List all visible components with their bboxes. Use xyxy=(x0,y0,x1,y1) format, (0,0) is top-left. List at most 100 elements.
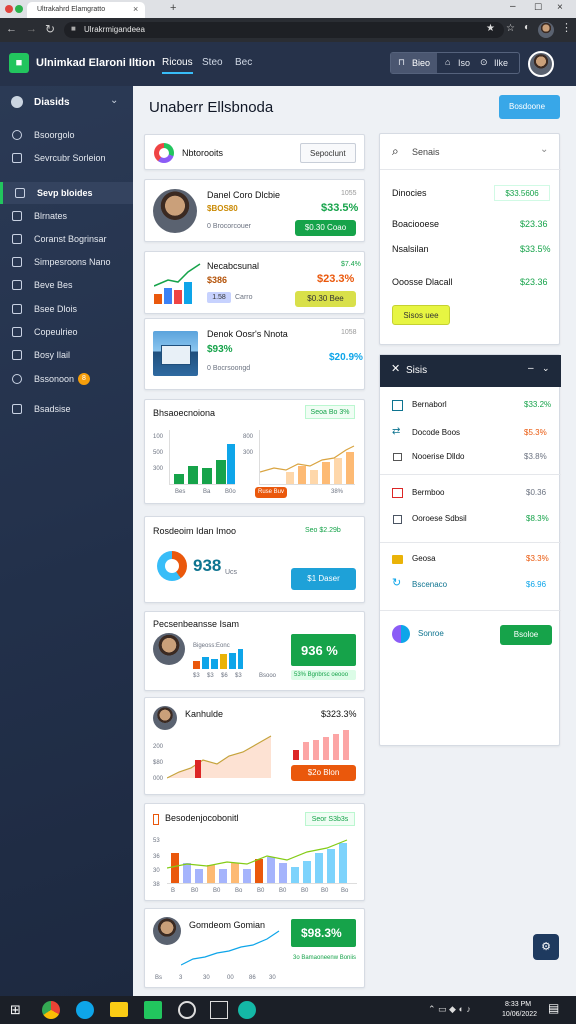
panel-row[interactable]: Bermboo $0.36 xyxy=(380,481,561,507)
forward-icon[interactable]: → xyxy=(26,24,37,35)
kpi-box[interactable]: 936 % xyxy=(291,634,356,666)
card-header-button[interactable]: Sepoclunt xyxy=(300,143,356,163)
sidebar-item-10[interactable]: Bssonoon 8 xyxy=(0,368,133,390)
window-close-icon[interactable]: × xyxy=(557,3,563,13)
card-badge: Seor S3b3s xyxy=(305,812,355,826)
bar-chart-card-8[interactable]: Besodenjocobonitl Seor S3b3s 53 36 30 38… xyxy=(144,803,365,901)
summary-value: $33.5606 xyxy=(494,185,550,201)
maximize-icon[interactable]: ☐ xyxy=(534,3,542,12)
sidebar-item-2[interactable]: Sevp bloides xyxy=(0,182,133,204)
card-action-button[interactable]: $1 Daser xyxy=(291,568,356,590)
kpi-box[interactable]: $98.3% xyxy=(291,919,356,947)
store-app-icon[interactable] xyxy=(144,1001,162,1019)
extensions-icon[interactable]: ☆ xyxy=(506,24,515,34)
edge-app-icon[interactable] xyxy=(76,1001,94,1019)
header-action-0[interactable]: ⊓ Bieo xyxy=(391,53,437,73)
bar-chart-card-4[interactable]: Bhsaoecnoiona Seoa Bo 3% 100 500 300 Bes… xyxy=(144,399,365,504)
sidebar-item-8[interactable]: Copeulrieo xyxy=(0,321,133,343)
y-tick: 300 xyxy=(153,466,164,472)
line-chart-card-7[interactable]: Kanhulde $323.3% 200 $80 000 $2o Blon xyxy=(144,697,365,795)
help-icon: ⚙ xyxy=(541,941,551,953)
media-app-icon[interactable] xyxy=(178,1001,196,1019)
panel-header[interactable]: ✕ Sisis – ⌄ xyxy=(380,355,561,387)
sidebar-item-9[interactable]: Bosy Ilail xyxy=(0,344,133,366)
chevron-down-icon[interactable]: ⌄ xyxy=(110,96,118,106)
folder-app-icon[interactable] xyxy=(110,1002,128,1017)
windows-start-icon[interactable]: ⊞ xyxy=(10,1003,21,1016)
chrome-app-icon[interactable] xyxy=(42,1001,60,1019)
donut-card-5[interactable]: Rosdeoim Idan Imoo Seo $2.29b 938 Ucs $1… xyxy=(144,516,365,603)
footer-label: Sonroe xyxy=(418,629,444,638)
close-icon[interactable]: × xyxy=(133,5,138,14)
lock-icon: ■ xyxy=(71,24,76,33)
panel-row[interactable]: ↻ Bscenaco $6.96 xyxy=(380,573,561,599)
window-close-dot[interactable] xyxy=(5,5,13,13)
terminal-app-icon[interactable] xyxy=(210,1001,228,1019)
user-avatar[interactable] xyxy=(528,51,554,77)
y-tick: 500 xyxy=(153,450,164,456)
account-icon[interactable]: ◐ xyxy=(524,23,530,33)
back-icon[interactable]: ← xyxy=(6,24,17,35)
card-title: Pecsenbeansse Isam xyxy=(153,619,240,629)
nav-link-2[interactable]: Bec xyxy=(235,58,252,68)
card-action-button[interactable]: $2o Blon xyxy=(291,765,356,781)
card-name: Danel Coro Dlcbie xyxy=(207,190,281,200)
primary-button[interactable]: Bosdoone xyxy=(499,95,560,119)
maps-app-icon[interactable] xyxy=(238,1001,256,1019)
sidebar-item-0[interactable]: Bsoorgolo xyxy=(0,124,133,146)
taskbar-date[interactable]: 10/06/2022 xyxy=(502,1011,537,1018)
menu-dots-icon[interactable]: ⋮ xyxy=(561,23,572,34)
chart-chip[interactable]: Ruse Buv xyxy=(255,487,287,498)
chart-card-2[interactable]: Necabcsunal $386 $23.3% $7.4% 1.58 Carro… xyxy=(144,251,365,314)
sidebar-item-4[interactable]: Coranst Bogrinsar xyxy=(0,228,133,250)
sidebar-menu-icon[interactable] xyxy=(11,96,23,108)
row-label: Bermboo xyxy=(412,488,445,497)
search-input[interactable]: ⌕ Senais ⌄ xyxy=(380,134,561,170)
app-logo-icon[interactable]: ■ xyxy=(9,53,29,73)
nav-link-1[interactable]: Steo xyxy=(202,58,223,68)
card-action-button[interactable]: $0.30 Bee xyxy=(295,291,356,307)
panel-row[interactable]: Bernaborl $33.2% xyxy=(380,393,561,419)
sidebar-item-6[interactable]: Beve Bes xyxy=(0,274,133,296)
panel-row[interactable]: Nooerise Dlldo $3.8% xyxy=(380,445,561,471)
sidebar-item-11[interactable]: Bsadsise xyxy=(0,398,133,420)
chevron-down-icon[interactable]: ⌄ xyxy=(542,364,550,373)
line-chart-card-9[interactable]: Gomdeom Gomian $98.3% 3o Bamaoneenw Boni… xyxy=(144,908,365,988)
panel-row[interactable]: Ooroese Sdbsil $8.3% xyxy=(380,507,561,533)
sidebar-item-7[interactable]: Bsee Dlois xyxy=(0,298,133,320)
sidebar-item-1[interactable]: Sevrcubr Sorleion xyxy=(0,147,133,169)
bookmark-star-icon[interactable]: ★ xyxy=(486,24,495,34)
sidebar-item-5[interactable]: Simpesroons Nano xyxy=(0,251,133,273)
profile-chart-card-6[interactable]: Pecsenbeansse Isam Bigeoss:Eonc $3 $3 $6… xyxy=(144,611,365,691)
chevron-down-icon[interactable]: ⌄ xyxy=(540,145,548,155)
close-icon[interactable]: ✕ xyxy=(391,364,400,375)
card-sub: $386 xyxy=(207,275,228,285)
header-action-1[interactable]: Iso xyxy=(458,59,470,68)
browser-tab[interactable]: Ultrakahrd Elamgratto × xyxy=(27,2,145,18)
profile-avatar[interactable] xyxy=(538,22,554,38)
person-avatar xyxy=(153,189,197,233)
panel-footer: Sonroe Bsoloe xyxy=(380,611,561,659)
panel-row[interactable]: ⇄ Docode Boos $5.3% xyxy=(380,421,561,447)
new-tab-icon[interactable]: + xyxy=(170,3,176,14)
building-card-3[interactable]: Denok Oosr's Nnota 1058 $93% $20.9% 0 Bo… xyxy=(144,318,365,390)
profile-card-1[interactable]: Danel Coro Dlcbie 1055 $BOS80 $33.5% 0 B… xyxy=(144,179,365,242)
window-max-dot[interactable] xyxy=(15,5,23,13)
nav-link-0[interactable]: Ricous xyxy=(162,58,193,74)
header-action-2[interactable]: Ilke xyxy=(494,59,508,68)
reload-icon[interactable]: ↻ xyxy=(45,23,55,35)
minimize-icon[interactable]: – xyxy=(528,364,534,374)
tray-icons[interactable]: ⌃ ▭ ◆ ◐ ♪ xyxy=(428,1005,471,1014)
panel-row[interactable]: Geosa $3.3% xyxy=(380,547,561,573)
card-action-button[interactable]: $0.30 Coao xyxy=(295,220,356,236)
minimize-icon[interactable]: – xyxy=(510,2,516,12)
sidebar-item-3[interactable]: Blrnates xyxy=(0,205,133,227)
taskbar-time[interactable]: 8:33 PM xyxy=(505,1001,531,1008)
address-bar[interactable]: ■ Ulrakrmigandeea xyxy=(64,22,504,38)
sidebar-item-label: Bosy Ilail xyxy=(34,350,71,360)
bar-chart-a xyxy=(169,430,235,485)
notification-icon[interactable]: ▤ xyxy=(548,1002,559,1014)
footer-button[interactable]: Bsoloe xyxy=(500,625,552,645)
summary-button[interactable]: Sisos uee xyxy=(392,305,450,325)
floating-help-button[interactable]: ⚙ xyxy=(533,934,559,960)
